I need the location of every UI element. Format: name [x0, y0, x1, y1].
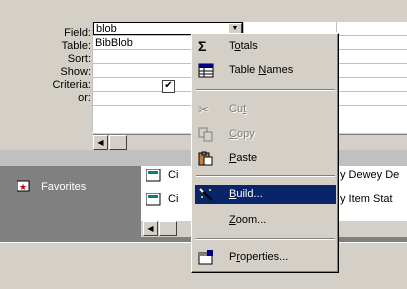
list-item-description: y Item Stat — [340, 193, 393, 205]
table-cell-value: BibBlob — [95, 37, 133, 49]
scroll-left-button[interactable]: ◀ — [143, 221, 158, 236]
menu-item-label: Table Names — [229, 64, 294, 76]
menu-item-label: Properties... — [229, 251, 289, 263]
paste-icon — [198, 151, 213, 166]
list-item[interactable]: Ci — [145, 168, 178, 185]
favorites-group[interactable]: ★ Favorites — [16, 180, 87, 193]
scroll-left-button[interactable]: ◀ — [93, 135, 108, 150]
favorites-folder-icon: ★ — [16, 180, 30, 192]
menu-item-zoom[interactable]: Zoom... — [195, 211, 336, 230]
menu-item-properties[interactable]: Properties... — [195, 248, 336, 267]
list-item-description: y Dewey De — [340, 169, 400, 181]
menu-item-label: Totals — [229, 40, 258, 52]
menu-separator — [196, 175, 335, 177]
build-wand-icon — [199, 188, 213, 201]
context-menu: Σ Totals Table Names ✂ Cut Copy Paste Bu… — [191, 33, 339, 273]
sigma-icon: Σ — [198, 38, 207, 54]
chevron-down-icon: ▼ — [231, 25, 239, 32]
arrow-left-icon: ◀ — [97, 138, 104, 147]
menu-item-label: Paste — [229, 152, 258, 164]
table-names-icon — [198, 63, 214, 78]
svg-text:★: ★ — [19, 182, 27, 192]
scissors-icon: ✂ — [198, 102, 209, 117]
show-checkbox[interactable]: ✔ — [162, 80, 175, 93]
menu-item-label: Zoom... — [229, 214, 267, 226]
menu-item-label: Copy — [229, 128, 255, 140]
menu-item-copy[interactable]: Copy — [195, 125, 336, 144]
list-item-name: Ci — [168, 169, 179, 181]
menu-item-totals[interactable]: Σ Totals — [195, 37, 336, 56]
menu-item-paste[interactable]: Paste — [195, 149, 336, 168]
menu-item-label: Cut — [229, 103, 247, 115]
menu-item-table-names[interactable]: Table Names — [195, 61, 336, 80]
scroll-thumb[interactable] — [159, 221, 177, 236]
query-object-icon — [145, 192, 161, 206]
list-item-name: Ci — [168, 193, 179, 205]
menu-item-cut[interactable]: ✂ Cut — [195, 100, 336, 119]
copy-icon — [198, 127, 213, 142]
row-label-sort: Sort: — [67, 53, 91, 65]
scroll-thumb[interactable] — [109, 135, 127, 150]
favorites-label: Favorites — [41, 181, 87, 193]
menu-item-build[interactable]: Build... — [195, 185, 336, 204]
query-object-icon — [145, 168, 161, 182]
menu-item-label: Build... — [229, 188, 263, 200]
column-divider — [336, 22, 337, 32]
list-item[interactable]: Ci — [145, 192, 178, 209]
arrow-left-icon: ◀ — [147, 224, 154, 233]
row-label-show: Show: — [60, 66, 91, 78]
field-cell-value: blob — [96, 23, 117, 35]
row-label-criteria: Criteria: — [52, 79, 91, 91]
checkmark-icon: ✔ — [164, 80, 173, 91]
row-label-or: or: — [78, 92, 91, 104]
menu-separator — [196, 238, 335, 240]
column-divider — [92, 22, 93, 132]
properties-icon — [198, 250, 213, 265]
row-label-field: Field: — [64, 27, 91, 39]
menu-separator — [196, 89, 335, 91]
objects-bar — [0, 166, 140, 242]
row-label-table: Table: — [61, 40, 91, 52]
